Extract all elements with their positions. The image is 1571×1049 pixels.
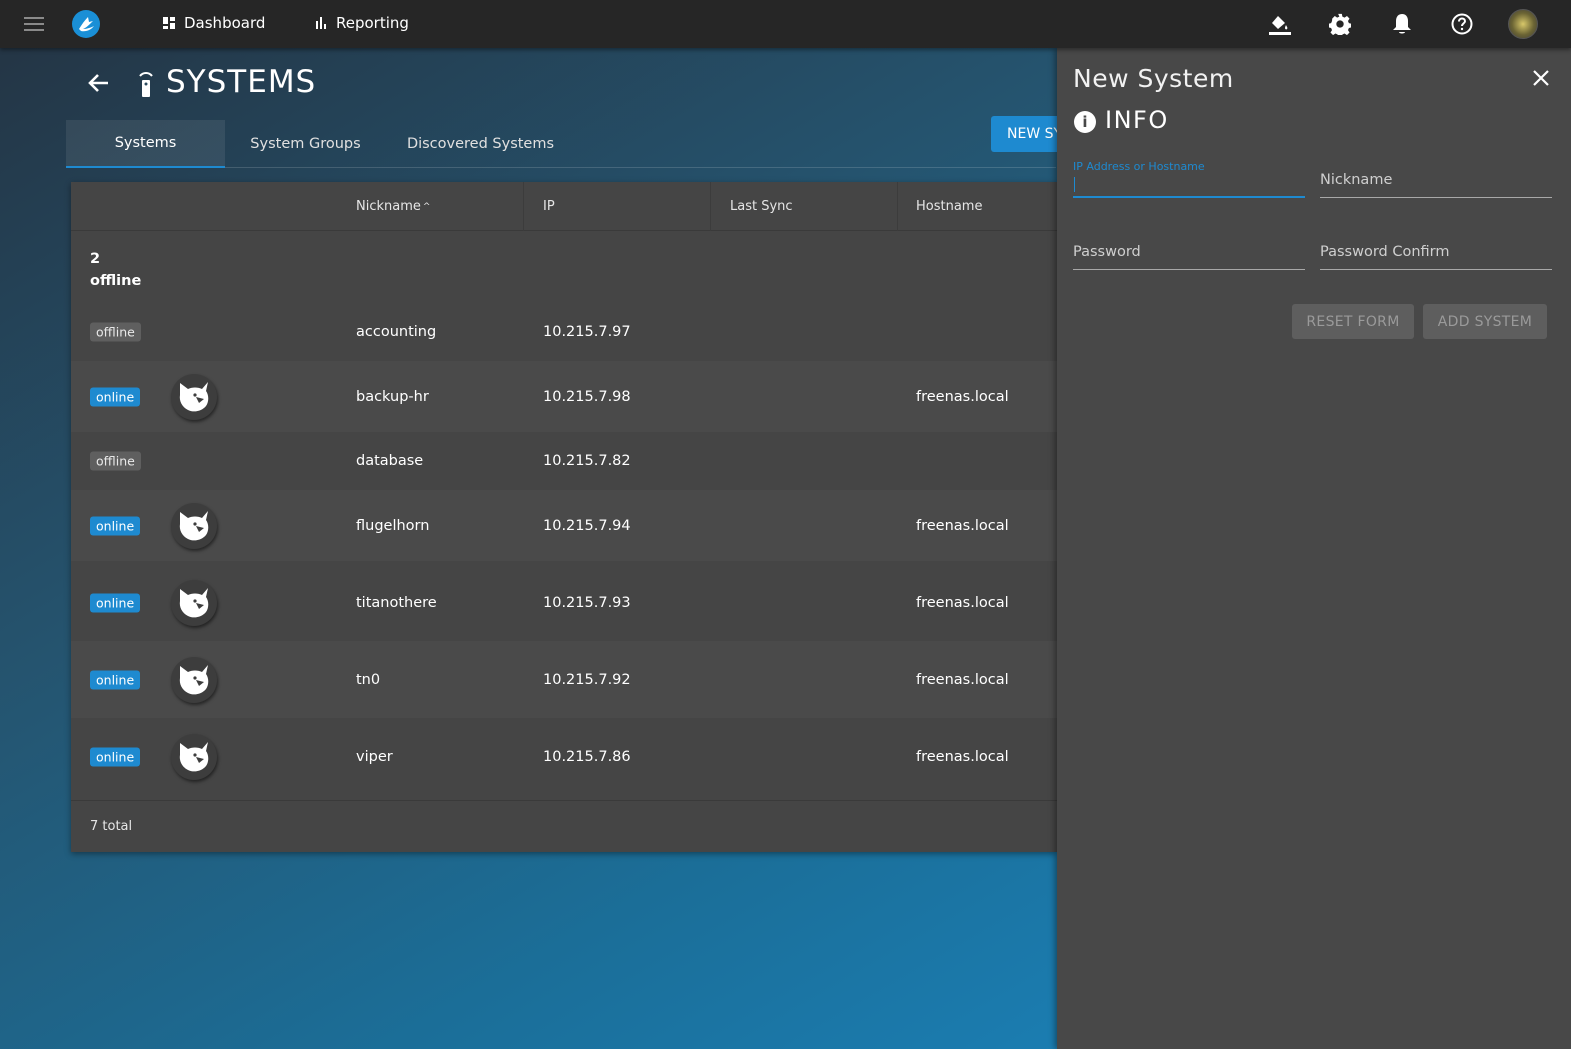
status-badge: offline: [90, 451, 141, 471]
hostname-cell: freenas.local: [916, 594, 1009, 611]
ip-cell: 10.215.7.92: [543, 671, 631, 688]
systems-table: Nickname ^ IP Last Sync Hostname 2 offlin…: [71, 182, 1057, 852]
column-header-nickname[interactable]: Nickname ^: [356, 182, 430, 231]
field-underline: [1073, 269, 1305, 270]
info-icon: i: [1074, 111, 1096, 133]
nickname-cell: viper: [356, 748, 393, 765]
nickname-cell: flugelhorn: [356, 517, 430, 534]
table-row[interactable]: offline accounting 10.215.7.97: [71, 303, 1057, 361]
column-header-hostname[interactable]: Hostname: [916, 182, 982, 231]
table-row[interactable]: offline database 10.215.7.82: [71, 432, 1057, 490]
password-confirm-label: Password Confirm: [1320, 244, 1450, 260]
tab-systems[interactable]: Systems: [66, 120, 225, 168]
top-toolbar: Dashboard Reporting: [0, 0, 1571, 48]
ip-cell: 10.215.7.94: [543, 517, 631, 534]
bell-icon[interactable]: [1389, 11, 1415, 37]
panel-title: New System: [1073, 64, 1234, 93]
password-field[interactable]: Password: [1073, 230, 1305, 270]
group-count: 2: [90, 251, 101, 267]
help-icon[interactable]: [1449, 11, 1475, 37]
freenas-mascot-icon: [171, 502, 217, 549]
ip-cell: 10.215.7.97: [543, 324, 631, 340]
nickname-cell: titanothere: [356, 594, 437, 611]
text-caret: [1074, 177, 1075, 192]
nickname-label: Nickname: [1320, 172, 1393, 188]
freenas-mascot-icon: [171, 733, 217, 780]
back-arrow-icon[interactable]: [86, 70, 112, 96]
table-row[interactable]: online titanothere 10.215.7.93 freenas.l…: [71, 564, 1057, 641]
new-system-panel: New System i INFO IP Address or Hostname…: [1057, 48, 1571, 1049]
status-badge: online: [90, 516, 141, 535]
nickname-cell: backup-hr: [356, 388, 429, 405]
nickname-cell: database: [356, 453, 424, 469]
freenas-mascot-icon: [171, 373, 217, 420]
password-confirm-field[interactable]: Password Confirm: [1320, 230, 1552, 270]
column-header-ip[interactable]: IP: [543, 182, 555, 231]
total-count: 7 total: [90, 819, 133, 834]
gear-icon[interactable]: [1327, 11, 1353, 37]
nav-reporting[interactable]: Reporting: [314, 14, 409, 32]
freenas-mascot-icon: [171, 656, 217, 703]
table-row[interactable]: online backup-hr 10.215.7.98 freenas.loc…: [71, 361, 1057, 432]
ip-address-label: IP Address or Hostname: [1073, 160, 1205, 173]
password-label: Password: [1073, 244, 1141, 260]
tab-bar: Systems System Groups Discovered Systems: [66, 120, 1056, 168]
hostname-cell: freenas.local: [916, 671, 1009, 688]
table-header: Nickname ^ IP Last Sync Hostname: [71, 182, 1057, 231]
server-remote-icon: [136, 70, 156, 98]
ip-cell: 10.215.7.98: [543, 388, 631, 405]
ip-cell: 10.215.7.93: [543, 594, 631, 611]
hostname-cell: freenas.local: [916, 388, 1009, 405]
nickname-field[interactable]: Nickname: [1320, 158, 1552, 198]
nav-reporting-label: Reporting: [336, 14, 409, 32]
table-row[interactable]: online viper 10.215.7.86 freenas.local: [71, 718, 1057, 795]
status-badge: online: [90, 747, 141, 766]
ip-cell: 10.215.7.86: [543, 748, 631, 765]
field-underline: [1320, 197, 1552, 198]
column-divider[interactable]: [897, 182, 898, 231]
column-divider[interactable]: [710, 182, 711, 231]
status-badge: online: [90, 670, 141, 689]
page-title: SYSTEMS: [166, 64, 317, 100]
group-summary: 2 offline: [90, 248, 141, 292]
field-underline: [1073, 196, 1305, 198]
group-label: offline: [90, 273, 142, 289]
column-header-last-sync[interactable]: Last Sync: [730, 182, 793, 231]
status-badge: online: [90, 387, 141, 406]
bar-chart-icon: [314, 16, 328, 30]
sort-asc-icon: ^: [422, 201, 431, 212]
column-divider[interactable]: [523, 182, 524, 231]
reset-form-button[interactable]: RESET FORM: [1292, 304, 1414, 339]
menu-icon[interactable]: [24, 17, 44, 31]
nav-dashboard[interactable]: Dashboard: [162, 14, 265, 32]
field-underline: [1320, 269, 1552, 270]
tab-system-groups[interactable]: System Groups: [225, 120, 386, 168]
nav-dashboard-label: Dashboard: [184, 14, 266, 32]
dashboard-icon: [162, 16, 176, 30]
nickname-cell: tn0: [356, 671, 381, 688]
truecommand-logo[interactable]: [72, 10, 100, 38]
ip-cell: 10.215.7.82: [543, 453, 631, 469]
user-avatar[interactable]: [1508, 9, 1538, 39]
nickname-header-label: Nickname: [356, 199, 421, 214]
hostname-cell: freenas.local: [916, 748, 1009, 765]
add-system-button[interactable]: ADD SYSTEM: [1423, 304, 1547, 339]
freenas-mascot-icon: [171, 579, 217, 626]
status-badge: offline: [90, 322, 141, 342]
table-row[interactable]: online flugelhorn 10.215.7.94 freenas.lo…: [71, 490, 1057, 561]
ip-address-field[interactable]: IP Address or Hostname: [1073, 158, 1305, 198]
nickname-cell: accounting: [356, 324, 437, 340]
hostname-cell: freenas.local: [916, 517, 1009, 534]
status-badge: online: [90, 593, 141, 612]
section-title: INFO: [1105, 106, 1169, 134]
tab-discovered-systems[interactable]: Discovered Systems: [386, 120, 575, 168]
table-row[interactable]: online tn0 10.215.7.92 freenas.local: [71, 641, 1057, 718]
close-icon[interactable]: [1531, 68, 1551, 88]
ip-address-input[interactable]: [1073, 174, 1305, 196]
table-footer: 7 total: [71, 800, 1057, 852]
paint-bucket-icon[interactable]: [1266, 11, 1292, 37]
